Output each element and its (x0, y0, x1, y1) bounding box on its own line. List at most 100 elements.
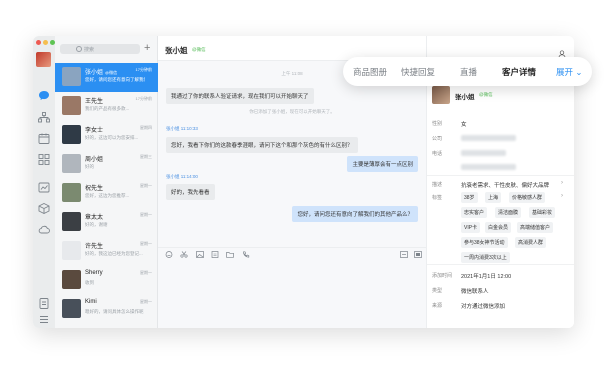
customer-tag[interactable]: 上海 (485, 192, 502, 203)
chat-list-item[interactable]: 李女士 好的，这边可以为您安排... 星期四 (55, 121, 158, 150)
customer-avatar (432, 86, 450, 104)
customer-tag[interactable]: 高端储值客户 (517, 222, 554, 233)
user-icon[interactable] (558, 45, 566, 58)
customer-tag[interactable]: 价格敏感人群 (509, 192, 546, 203)
chat-list-item[interactable]: Kimi 嗯好的，请问具体怎么操作呢 星期一 (55, 295, 158, 324)
phone-label: 电话 (432, 151, 443, 157)
customer-tag[interactable]: 38岁 (461, 192, 478, 203)
cloud-icon[interactable] (38, 224, 50, 235)
chat-icon[interactable] (38, 90, 50, 101)
contact-name: 周小姐 (85, 157, 104, 163)
contact-avatar (62, 67, 81, 86)
chat-list-item[interactable]: Sherry 收到 星期一 (55, 266, 158, 295)
customer-tag[interactable]: 忠实客户 (461, 207, 488, 218)
contact-name: 张小姐 @微信 (85, 70, 118, 76)
image-icon[interactable] (196, 251, 204, 258)
search-placeholder: 搜索 (84, 46, 95, 53)
contact-name: 祝先生 (85, 186, 104, 192)
last-message-preview: 收到 (85, 280, 94, 285)
customer-tag[interactable]: 高消费人群 (515, 237, 547, 248)
chat-list-item[interactable]: 祝先生 您好，这边为您推荐... 星期一 (55, 179, 158, 208)
window-controls (36, 40, 55, 45)
calendar-icon[interactable] (38, 133, 50, 144)
phone-icon[interactable] (242, 251, 250, 258)
wechat-tag: @微信 (105, 70, 118, 75)
chat-list-item[interactable]: 周小姐 好的 星期三 (55, 150, 158, 179)
chevron-right-icon[interactable]: › (561, 180, 563, 186)
incoming-message[interactable]: 我通过了你的联系人验证请求，现在我们可以开始聊天了 (166, 88, 314, 104)
last-message-preview: 您好，请问您还有意向了解我们的... (85, 77, 145, 82)
analytics-icon[interactable] (38, 182, 50, 193)
scissors-icon[interactable] (180, 251, 188, 258)
tab-quick-reply[interactable]: 快捷回复 (401, 66, 435, 78)
description-value: 抗衰老需求、干性皮肤、偏好大品牌 (461, 183, 550, 189)
close-window-button[interactable] (36, 40, 41, 45)
chat-list-item[interactable]: 章太太 好的，谢谢 星期一 (55, 208, 158, 237)
minimize-window-button[interactable] (43, 40, 48, 45)
customer-tag[interactable]: VIP卡 (461, 222, 481, 233)
contact-avatar (62, 212, 81, 231)
outgoing-message[interactable]: 主要是薄厚会有一点区别 (347, 156, 418, 172)
contact-name: 许先生 (85, 244, 104, 250)
expand-button[interactable]: 展开 ⌄ (556, 66, 583, 78)
last-message-preview: 您好，这边为您推荐... (85, 193, 130, 198)
customer-tag[interactable]: 一周内消费3次以上 (461, 252, 510, 263)
customer-tag[interactable]: 参与38女神节活动 (461, 237, 508, 248)
last-message-time: 星期三 (140, 154, 152, 159)
add-button[interactable]: + (144, 42, 150, 54)
contact-avatar (62, 241, 81, 260)
incoming-message[interactable]: 您好，我看下你们的这款春季涯眼，请问下这个和那个灰色的有什么区别？ (166, 137, 358, 153)
last-message-time: 星期一 (140, 183, 152, 188)
apps-grid-icon[interactable] (38, 154, 50, 165)
last-message-time: 星期一 (140, 212, 152, 217)
customer-tag[interactable]: 白金会员 (485, 222, 512, 233)
contact-avatar (62, 96, 81, 115)
my-avatar[interactable] (36, 52, 51, 67)
sender-label: 张小姐 11:14:00 (166, 174, 198, 179)
source-value: 对方通过微信添加 (461, 304, 506, 310)
folder-icon[interactable] (226, 251, 234, 258)
tags-label: 标签 (432, 195, 443, 201)
screenshot-icon[interactable] (400, 251, 408, 258)
system-notice: 你已添加了张小姐，现在可以开始聊天了。 (249, 109, 335, 114)
chat-list-item[interactable]: 许先生 好的，我这边已经为您登记... 星期一 (55, 237, 158, 266)
customer-tag[interactable]: 清洁面膜 (495, 207, 522, 218)
chat-list-item[interactable]: 王先生 我们的产品有很多款... 17分钟前 (55, 92, 158, 121)
customer-wechat-tag: @微信 (479, 92, 493, 97)
last-message-time: 17分钟前 (135, 96, 152, 101)
search-input[interactable]: 搜索 (60, 44, 140, 54)
description-label: 描述 (432, 182, 443, 188)
last-message-time: 17分钟前 (135, 67, 152, 72)
last-message-preview: 好的，这边可以为您安排... (85, 135, 139, 140)
last-message-time: 星期四 (140, 125, 152, 130)
chevron-right-icon[interactable]: › (561, 193, 563, 199)
divider (427, 175, 574, 176)
org-structure-icon[interactable] (38, 112, 50, 123)
outgoing-message[interactable]: 您好，请问您还有意向了解我们的其他产品么？ (292, 206, 418, 222)
customer-tag[interactable]: 基础彩妆 (529, 207, 556, 218)
last-message-time: 星期一 (140, 270, 152, 275)
tab-product-album[interactable]: 商品图册 (353, 66, 387, 78)
tab-live[interactable]: 直播 (460, 66, 477, 78)
last-message-preview: 嗯好的，请问具体怎么操作呢 (85, 309, 144, 314)
incoming-message[interactable]: 好的，我先看看 (166, 184, 215, 200)
emoji-icon[interactable] (165, 251, 173, 258)
chat-list-item[interactable]: 张小姐@微信您好，请问您还有意向了解我们的... 17分钟前 (55, 63, 158, 92)
contact-avatar (62, 299, 81, 318)
last-message-preview: 好的，我这边已经为您登记... (85, 251, 143, 256)
expand-input-icon[interactable] (414, 251, 422, 258)
package-icon[interactable] (38, 203, 50, 214)
contact-name: 李女士 (85, 128, 104, 134)
menu-icon[interactable] (38, 314, 50, 325)
files-icon[interactable] (38, 298, 50, 309)
contact-name: 王先生 (85, 99, 104, 105)
customer-name: 张小姐 (455, 94, 475, 101)
nav-rail (33, 36, 55, 328)
contact-name: Kimi (85, 299, 97, 305)
tab-customer-detail[interactable]: 客户详情 (502, 66, 536, 78)
last-message-preview: 好的，谢谢 (85, 222, 108, 227)
wechat-tag: @微信 (192, 47, 206, 52)
gender-label: 性别 (432, 121, 443, 127)
phone-value-hidden-2 (461, 164, 516, 172)
document-icon[interactable] (211, 251, 219, 258)
